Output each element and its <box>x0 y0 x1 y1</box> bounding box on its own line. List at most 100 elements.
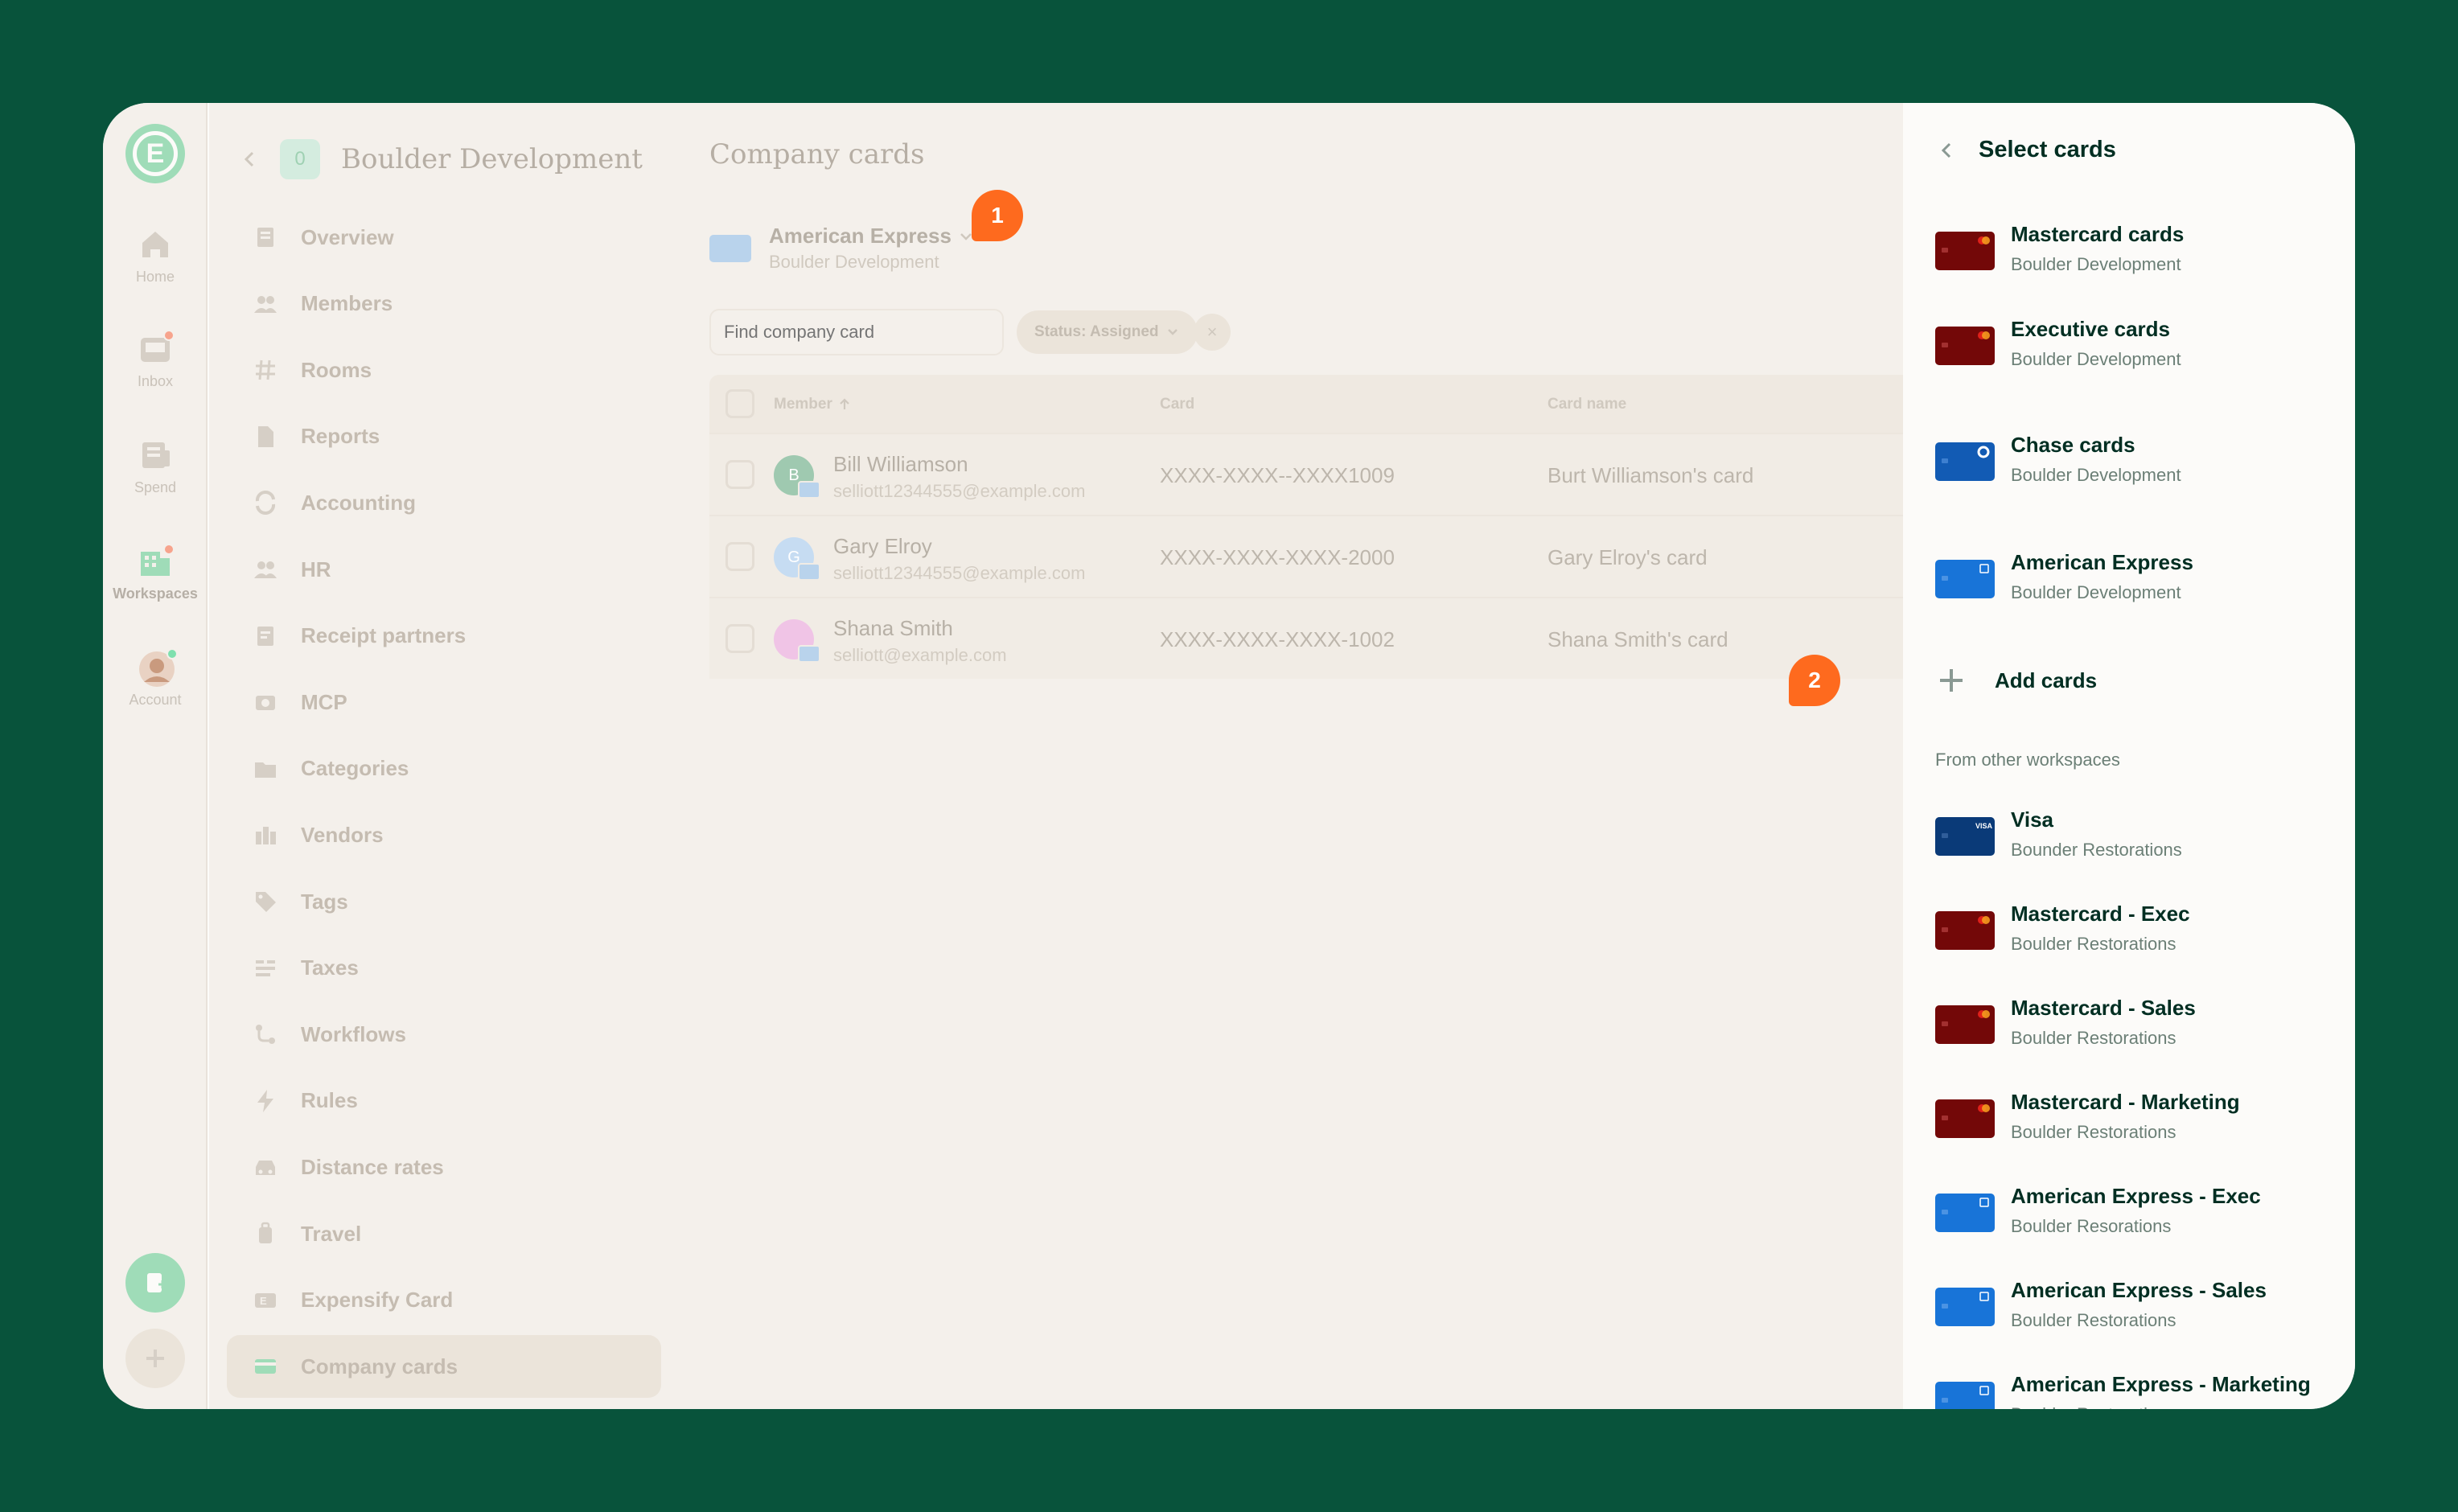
back-chevron-icon[interactable] <box>1937 141 1956 160</box>
card-badge-icon <box>798 481 820 499</box>
nav-item-tags[interactable]: Tags <box>227 870 661 933</box>
card-option-title: American Express - Sales <box>2011 1278 2267 1302</box>
nav-item-reports[interactable]: Reports <box>227 405 661 468</box>
card-feed-selector[interactable]: American Express Boulder Development <box>709 224 974 273</box>
document-icon <box>257 228 273 247</box>
nav-item-travel[interactable]: Travel <box>227 1202 661 1265</box>
card-option-mastercard-sales[interactable]: Mastercard - Sales Boulder Restorations <box>1935 991 2353 1071</box>
bolt-icon <box>257 1089 273 1112</box>
nav-icon <box>253 490 278 516</box>
member-name: Gary Elroy <box>833 534 932 558</box>
rail-workspaces[interactable]: Workspaces <box>103 544 208 602</box>
nav-item-accounting[interactable]: Accounting <box>227 471 661 534</box>
rail-spend-label: Spend <box>134 479 177 495</box>
card-option-mastercard-cards[interactable]: Mastercard cards Boulder Development <box>1935 217 2353 298</box>
nav-item-vendors[interactable]: Vendors <box>227 803 661 866</box>
back-chevron-icon[interactable] <box>240 150 259 169</box>
card-name: Burt Williamson's card <box>1548 463 1754 487</box>
car-icon <box>256 1161 275 1176</box>
nav-icon <box>253 689 278 715</box>
workspaces-notification-dot <box>163 544 175 555</box>
card-option-mastercard-marketing[interactable]: Mastercard - Marketing Boulder Restorati… <box>1935 1085 2353 1165</box>
svg-text:VISA: VISA <box>1975 822 1993 830</box>
find-card-input[interactable] <box>709 309 1004 355</box>
member-column-header[interactable]: Member <box>774 396 852 413</box>
card-option-workspace: Boulder Development <box>2011 349 2181 369</box>
nav-item-label: Distance rates <box>301 1154 444 1179</box>
nav-item-label: Categories <box>301 756 409 781</box>
card-name-column-header[interactable]: Card name <box>1548 396 1626 413</box>
nav-item-categories[interactable]: Categories <box>227 738 661 800</box>
rail-account-label: Account <box>129 692 182 708</box>
card-option-american-express[interactable]: American Express Boulder Development <box>1935 545 2353 626</box>
nav-item-label: Overview <box>301 224 394 249</box>
card-option-visa[interactable]: VISA Visa Bounder Restorations <box>1935 803 2353 883</box>
nav-item-members[interactable]: Members <box>227 273 661 335</box>
nav-item-label: Vendors <box>301 822 384 847</box>
rail-account[interactable]: Account <box>103 648 208 709</box>
select-all-checkbox[interactable] <box>725 389 754 418</box>
sync-icon <box>255 491 276 516</box>
expensify-logo[interactable]: E <box>125 124 185 183</box>
add-button[interactable] <box>125 1329 185 1388</box>
nav-item-label: MCP <box>301 689 347 714</box>
card-number: XXXX-XXXX--XXXX1009 <box>1160 463 1395 487</box>
sort-arrow-up-icon <box>840 398 849 409</box>
panel-title: Select cards <box>1979 137 2116 162</box>
nav-item-rooms[interactable]: Rooms <box>227 339 661 401</box>
card-option-workspace: Boulder Development <box>2011 582 2181 602</box>
receipt-plus-icon <box>147 1273 166 1292</box>
card-option-workspace: Boulder Restorations <box>2011 1028 2176 1048</box>
plus-icon <box>146 1350 164 1367</box>
amex-card-icon <box>709 234 751 262</box>
table-row[interactable]: B Bill Williamson selliott12344555@examp… <box>709 433 1903 515</box>
card-option-executive-cards[interactable]: Executive cards Boulder Development <box>1935 312 2353 392</box>
row-checkbox[interactable] <box>725 460 754 489</box>
nav-item-rules[interactable]: Rules <box>227 1070 661 1132</box>
panel-header: Select cards <box>1937 137 2116 163</box>
chase-card-icon <box>1935 442 1995 481</box>
row-checkbox[interactable] <box>725 542 754 571</box>
card-option-title: Mastercard - Exec <box>2011 902 2190 926</box>
nav-item-distance-rates[interactable]: Distance rates <box>227 1136 661 1198</box>
nav-item-mcp[interactable]: MCP <box>227 671 661 733</box>
table-row[interactable]: G Gary Elroy selliott12344555@example.co… <box>709 515 1903 597</box>
inbox-icon <box>138 330 175 367</box>
nav-item-workflows[interactable]: Workflows <box>227 1003 661 1066</box>
rail-inbox[interactable]: Inbox <box>103 330 208 390</box>
status-filter-pill[interactable]: Status: Assigned <box>1017 310 1198 354</box>
card-option-american-express-sales[interactable]: American Express - Sales Boulder Restora… <box>1935 1273 2353 1354</box>
card-option-american-express-marketing[interactable]: American Express - Marketing Boulder Res… <box>1935 1367 2353 1409</box>
table-row[interactable]: Shana Smith selliott@example.com XXXX-XX… <box>709 597 1903 679</box>
nav-item-taxes[interactable]: Taxes <box>227 937 661 1000</box>
nav-item-company-cards[interactable]: Company cards <box>227 1335 661 1399</box>
card-option-mastercard-exec[interactable]: Mastercard - Exec Boulder Restorations <box>1935 897 2353 977</box>
nav-item-overview[interactable]: Overview <box>227 206 661 269</box>
amex-card-icon <box>1935 1288 1995 1326</box>
nav-icon <box>253 291 278 317</box>
nav-item-hr[interactable]: HR <box>227 538 661 601</box>
nav-item-label: Tags <box>301 889 348 914</box>
add-cards-button[interactable]: Add cards <box>1937 666 2097 695</box>
rail-spend[interactable]: Spend <box>103 438 208 496</box>
nav-item-expensify-card[interactable]: E Expensify Card <box>227 1269 661 1332</box>
card-column-header[interactable]: Card <box>1160 396 1194 413</box>
member-email: selliott12344555@example.com <box>833 563 1086 583</box>
nav-item-label: Expensify Card <box>301 1288 454 1313</box>
card-option-title: American Express <box>2011 550 2193 574</box>
clear-filter-button[interactable]: × <box>1194 314 1231 351</box>
nav-item-label: Rules <box>301 1088 358 1113</box>
card-option-workspace: Boulder Resorations <box>2011 1216 2172 1236</box>
nav-icon <box>253 1221 278 1247</box>
table-header: Member Card Card name <box>709 375 1903 433</box>
nav-item-receipt-partners[interactable]: Receipt partners <box>227 605 661 668</box>
nav-icon <box>253 424 278 450</box>
row-checkbox[interactable] <box>725 624 754 653</box>
page-title: Company cards <box>709 138 925 171</box>
workspace-nav: 0 Boulder Development Overview Members Roo… <box>209 103 677 1409</box>
card-option-american-express-exec[interactable]: American Express - Exec Boulder Resorati… <box>1935 1179 2353 1259</box>
rail-home[interactable]: Home <box>103 227 208 286</box>
nav-item-label: Rooms <box>301 357 372 382</box>
card-option-chase-cards[interactable]: Chase cards Boulder Development <box>1935 428 2353 508</box>
create-button[interactable] <box>125 1253 185 1313</box>
